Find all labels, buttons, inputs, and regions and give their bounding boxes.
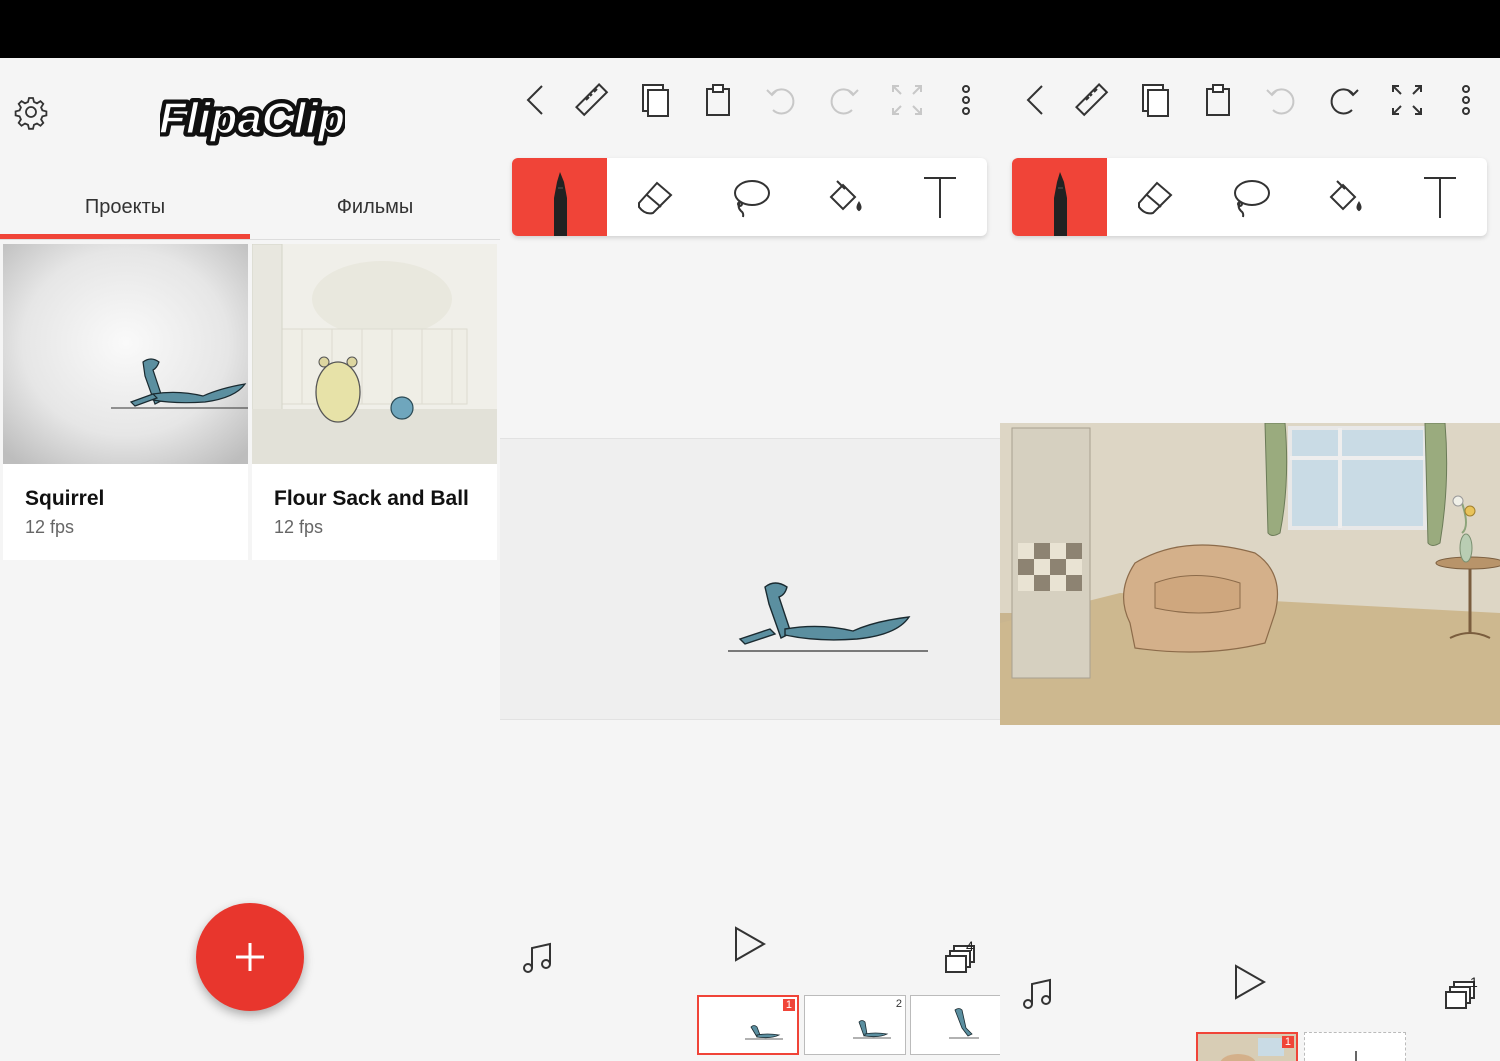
- tab-projects[interactable]: Проекты: [0, 176, 250, 238]
- copy-icon[interactable]: [635, 80, 675, 120]
- music-icon[interactable]: [1018, 974, 1058, 1014]
- layers-count: 4: [966, 938, 974, 954]
- frame-thumbnail[interactable]: 2: [804, 995, 906, 1055]
- projects-screen: FlipaClip FlipaClip Проекты Фильмы Squir…: [0, 58, 500, 1061]
- redo-icon[interactable]: [824, 80, 864, 120]
- paste-icon[interactable]: [698, 80, 738, 120]
- fill-tool[interactable]: [1297, 158, 1392, 236]
- fullscreen-icon[interactable]: [1387, 80, 1427, 120]
- app-logo: FlipaClip FlipaClip: [160, 91, 345, 147]
- lasso-icon: [1233, 180, 1270, 218]
- project-thumbnail: [252, 244, 497, 464]
- undo-icon[interactable]: [761, 80, 801, 120]
- fullscreen-icon[interactable]: [887, 80, 927, 120]
- project-fps: 12 fps: [274, 517, 324, 537]
- fill-icon: [829, 180, 861, 212]
- pen-icon: [553, 172, 567, 236]
- tab-bar: Проекты Фильмы: [0, 176, 500, 240]
- frame-number: 1: [1281, 1036, 1294, 1048]
- text-icon: [1423, 177, 1456, 218]
- top-toolbar: [1000, 58, 1500, 138]
- more-icon[interactable]: [946, 80, 986, 120]
- frame-number: 1: [782, 999, 795, 1011]
- plus-icon: [1355, 1051, 1357, 1061]
- lasso-tool[interactable]: [702, 158, 797, 236]
- text-tool[interactable]: [892, 158, 987, 236]
- project-card-squirrel[interactable]: Squirrel 12 fps: [3, 244, 248, 560]
- lasso-icon: [733, 180, 770, 218]
- project-thumbnail: [3, 244, 248, 464]
- back-icon[interactable]: [516, 80, 556, 120]
- project-card-flour-sack[interactable]: Flour Sack and Ball 12 fps: [252, 244, 497, 560]
- drawing-canvas[interactable]: [1000, 423, 1500, 725]
- pen-tool[interactable]: [1012, 158, 1107, 236]
- plus-icon: [236, 943, 264, 971]
- editor-screen-2: 1 1: [1000, 58, 1500, 1061]
- svg-text:FlipaClip: FlipaClip: [160, 94, 345, 143]
- more-icon[interactable]: [1446, 80, 1486, 120]
- eraser-tool[interactable]: [607, 158, 702, 236]
- project-title: Flour Sack and Ball: [274, 487, 469, 510]
- back-icon[interactable]: [1016, 80, 1056, 120]
- music-icon[interactable]: [518, 938, 558, 978]
- eraser-tool[interactable]: [1107, 158, 1202, 236]
- paste-icon[interactable]: [1198, 80, 1238, 120]
- project-fps: 12 fps: [25, 517, 75, 537]
- layers-count: 1: [1470, 974, 1478, 990]
- undo-icon[interactable]: [1261, 80, 1301, 120]
- ruler-icon[interactable]: [572, 80, 612, 120]
- status-bar: [0, 0, 1500, 58]
- tab-divider: [0, 239, 500, 240]
- lasso-tool[interactable]: [1202, 158, 1297, 236]
- pen-tool[interactable]: [512, 158, 607, 236]
- play-icon[interactable]: [728, 924, 768, 964]
- drawing-tools: [512, 158, 987, 236]
- play-icon[interactable]: [1228, 962, 1268, 1002]
- add-project-button[interactable]: [196, 903, 304, 1011]
- top-toolbar: [500, 58, 1000, 138]
- redo-icon[interactable]: [1324, 80, 1364, 120]
- ruler-icon[interactable]: [1072, 80, 1112, 120]
- eraser-icon: [1137, 181, 1172, 215]
- fill-icon: [1329, 180, 1361, 212]
- drawing-tools: [1012, 158, 1487, 236]
- editor-screen-1: 4 1 2: [500, 58, 1000, 1061]
- frame-thumbnail[interactable]: 1: [697, 995, 799, 1055]
- frame-thumbnail[interactable]: [910, 995, 1000, 1055]
- drawing-canvas[interactable]: [500, 438, 1000, 720]
- fill-tool[interactable]: [797, 158, 892, 236]
- tab-movies[interactable]: Фильмы: [250, 176, 500, 238]
- copy-icon[interactable]: [1135, 80, 1175, 120]
- text-tool[interactable]: [1392, 158, 1487, 236]
- pen-icon: [1053, 172, 1067, 236]
- frame-thumbnail[interactable]: 1: [1196, 1032, 1298, 1061]
- frame-number: 2: [895, 998, 902, 1010]
- add-frame-button[interactable]: [1304, 1032, 1406, 1061]
- text-icon: [923, 177, 956, 218]
- eraser-icon: [637, 181, 672, 215]
- layers-icon[interactable]: [940, 940, 980, 980]
- gear-icon[interactable]: [12, 93, 50, 131]
- project-title: Squirrel: [25, 487, 105, 510]
